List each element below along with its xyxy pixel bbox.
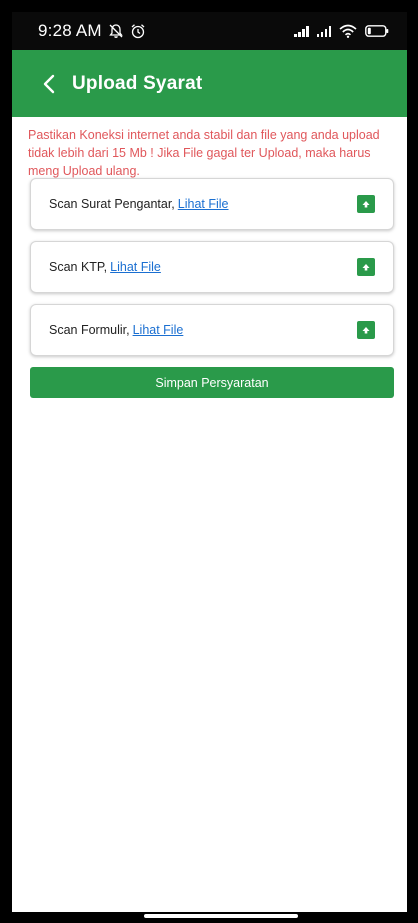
status-time: 9:28 AM — [38, 21, 102, 40]
app-bar: Upload Syarat — [12, 50, 407, 117]
document-label: Scan Formulir, — [49, 323, 130, 337]
signal-icon — [316, 25, 331, 37]
document-label: Scan KTP, — [49, 260, 108, 274]
document-card-ktp: Scan KTP, Lihat File — [30, 241, 394, 293]
wifi-icon — [339, 24, 357, 38]
upload-warning-text: Pastikan Koneksi internet anda stabil da… — [28, 128, 380, 178]
signal-icon — [294, 25, 309, 37]
upload-icon — [362, 201, 370, 208]
upload-icon — [362, 327, 370, 334]
document-label: Scan Surat Pengantar, — [49, 197, 175, 211]
notifications-off-icon — [108, 24, 123, 38]
view-file-link[interactable]: Lihat File — [178, 197, 229, 211]
upload-button[interactable] — [357, 321, 375, 339]
save-requirements-button[interactable]: Simpan Persyaratan — [30, 367, 394, 398]
view-file-link[interactable]: Lihat File — [133, 323, 184, 337]
back-button[interactable] — [36, 69, 62, 99]
upload-button[interactable] — [357, 195, 375, 213]
view-file-link[interactable]: Lihat File — [110, 260, 161, 274]
device-frame: 9:28 AM Upload Syarat Pastikan Koneksi i… — [0, 0, 418, 923]
upload-icon — [362, 264, 370, 271]
document-card-surat-pengantar: Scan Surat Pengantar, Lihat File — [30, 178, 394, 230]
upload-button[interactable] — [357, 258, 375, 276]
status-left-icons — [108, 23, 146, 39]
document-card-formulir: Scan Formulir, Lihat File — [30, 304, 394, 356]
status-bar: 9:28 AM — [12, 12, 407, 50]
page-title: Upload Syarat — [72, 72, 203, 94]
alarm-icon — [131, 24, 145, 39]
chevron-left-icon — [43, 74, 55, 93]
home-indicator[interactable] — [144, 914, 298, 918]
status-right-icons — [294, 24, 389, 38]
battery-icon — [365, 25, 389, 37]
app-screen: 9:28 AM Upload Syarat Pastikan Koneksi i… — [12, 12, 407, 912]
